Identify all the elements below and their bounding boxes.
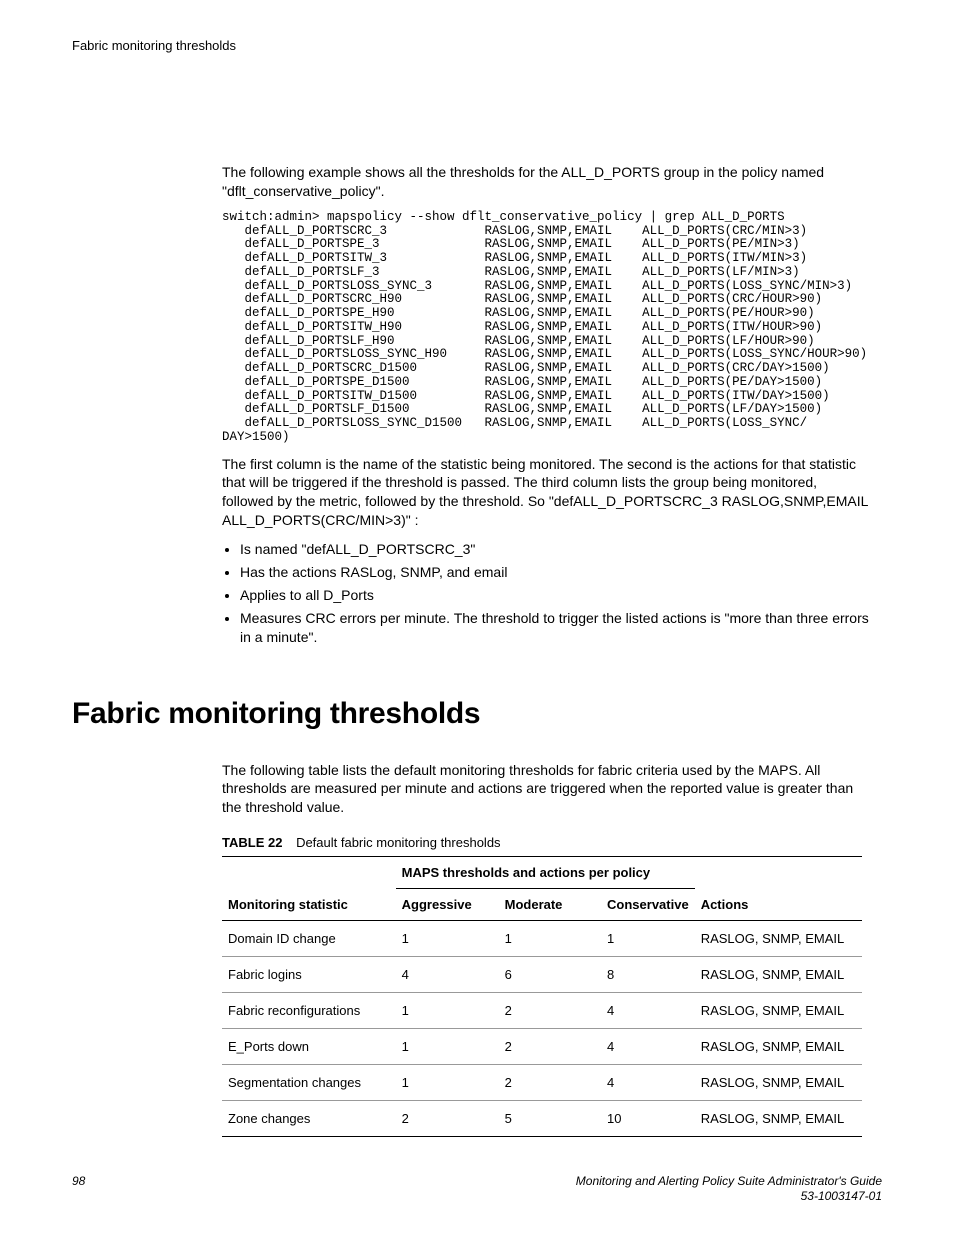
explain-paragraph: The first column is the name of the stat… xyxy=(222,455,870,531)
section-heading: Fabric monitoring thresholds xyxy=(72,697,882,731)
doc-number: 53-1003147-01 xyxy=(576,1189,882,1205)
cell-aggr: 1 xyxy=(396,1029,499,1065)
cell-mod: 5 xyxy=(499,1101,601,1137)
cell-cons: 4 xyxy=(601,1029,695,1065)
table-row: E_Ports down 1 2 4 RASLOG, SNMP, EMAIL xyxy=(222,1029,862,1065)
table-title: Default fabric monitoring thresholds xyxy=(296,835,501,850)
cell-cons: 4 xyxy=(601,993,695,1029)
cell-cons: 10 xyxy=(601,1101,695,1137)
cell-act: RASLOG, SNMP, EMAIL xyxy=(695,921,862,957)
cell-aggr: 4 xyxy=(396,957,499,993)
thresholds-table: MAPS thresholds and actions per policy M… xyxy=(222,856,862,1137)
code-block: switch:admin> mapspolicy --show dflt_con… xyxy=(222,211,882,445)
group-header: MAPS thresholds and actions per policy xyxy=(396,857,695,889)
cell-act: RASLOG, SNMP, EMAIL xyxy=(695,993,862,1029)
cell-cons: 8 xyxy=(601,957,695,993)
col-moderate: Moderate xyxy=(499,889,601,921)
cell-act: RASLOG, SNMP, EMAIL xyxy=(695,1101,862,1137)
cell-aggr: 2 xyxy=(396,1101,499,1137)
table-row: Segmentation changes 1 2 4 RASLOG, SNMP,… xyxy=(222,1065,862,1101)
cell-act: RASLOG, SNMP, EMAIL xyxy=(695,1029,862,1065)
table-row: Fabric logins 4 6 8 RASLOG, SNMP, EMAIL xyxy=(222,957,862,993)
running-head: Fabric monitoring thresholds xyxy=(72,38,882,53)
page-number: 98 xyxy=(72,1174,85,1188)
cell-mod: 6 xyxy=(499,957,601,993)
doc-title: Monitoring and Alerting Policy Suite Adm… xyxy=(576,1174,882,1190)
cell-mod: 1 xyxy=(499,921,601,957)
table-caption: TABLE 22 Default fabric monitoring thres… xyxy=(222,835,870,850)
cell-mod: 2 xyxy=(499,993,601,1029)
list-item: Measures CRC errors per minute. The thre… xyxy=(240,609,870,647)
cell-cons: 1 xyxy=(601,921,695,957)
cell-mod: 2 xyxy=(499,1065,601,1101)
cell-stat: Zone changes xyxy=(222,1101,396,1137)
cell-act: RASLOG, SNMP, EMAIL xyxy=(695,1065,862,1101)
section-paragraph: The following table lists the default mo… xyxy=(222,761,870,818)
table-row: Zone changes 2 5 10 RASLOG, SNMP, EMAIL xyxy=(222,1101,862,1137)
table-number: TABLE 22 xyxy=(222,835,282,850)
cell-aggr: 1 xyxy=(396,921,499,957)
table-row: Fabric reconfigurations 1 2 4 RASLOG, SN… xyxy=(222,993,862,1029)
cell-mod: 2 xyxy=(499,1029,601,1065)
col-aggressive: Aggressive xyxy=(396,889,499,921)
cell-stat: Fabric logins xyxy=(222,957,396,993)
col-actions: Actions xyxy=(695,889,862,921)
cell-stat: Segmentation changes xyxy=(222,1065,396,1101)
cell-stat: Fabric reconfigurations xyxy=(222,993,396,1029)
cell-cons: 4 xyxy=(601,1065,695,1101)
bullet-list: Is named "defALL_D_PORTSCRC_3" Has the a… xyxy=(222,540,870,646)
cell-stat: Domain ID change xyxy=(222,921,396,957)
intro-paragraph: The following example shows all the thre… xyxy=(222,163,870,201)
cell-aggr: 1 xyxy=(396,1065,499,1101)
cell-aggr: 1 xyxy=(396,993,499,1029)
cell-act: RASLOG, SNMP, EMAIL xyxy=(695,957,862,993)
list-item: Applies to all D_Ports xyxy=(240,586,870,605)
list-item: Has the actions RASLog, SNMP, and email xyxy=(240,563,870,582)
cell-stat: E_Ports down xyxy=(222,1029,396,1065)
col-stat: Monitoring statistic xyxy=(222,889,396,921)
col-conservative: Conservative xyxy=(601,889,695,921)
table-row: Domain ID change 1 1 1 RASLOG, SNMP, EMA… xyxy=(222,921,862,957)
list-item: Is named "defALL_D_PORTSCRC_3" xyxy=(240,540,870,559)
page-footer: 98 Monitoring and Alerting Policy Suite … xyxy=(72,1174,882,1205)
